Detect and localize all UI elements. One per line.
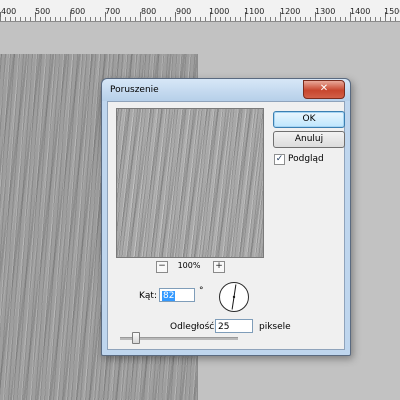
ruler-tick-label: 1100 — [244, 7, 265, 16]
ruler-tick-label: 1300 — [315, 7, 336, 16]
ruler-tick-label: 800 — [141, 7, 157, 16]
ruler-tick-label: 600 — [70, 7, 86, 16]
angle-value: 82 — [162, 291, 176, 301]
close-button[interactable]: ✕ — [303, 80, 345, 99]
distance-slider-thumb[interactable] — [132, 332, 140, 344]
distance-input[interactable]: 25 — [215, 319, 253, 333]
zoom-level: 100% — [177, 261, 201, 270]
angle-input[interactable]: 82 — [159, 288, 195, 302]
plus-icon: + — [215, 261, 223, 271]
angle-label: Kąt: — [139, 291, 157, 301]
angle-dial[interactable] — [219, 282, 249, 312]
horizontal-ruler: 400 500 600 700 800 900 1000 1100 1200 1… — [0, 0, 400, 22]
ruler-tick-label: 900 — [176, 7, 192, 16]
distance-label: Odległość: — [170, 322, 218, 332]
ruler-tick-label: 1200 — [280, 7, 301, 16]
dialog-titlebar[interactable]: Poruszenie ✕ — [102, 79, 350, 101]
dialog-body: − 100% + OK Anuluj ✓ Podgląd Kąt: 82 ° O… — [107, 101, 345, 350]
cancel-button[interactable]: Anuluj — [273, 131, 345, 148]
ruler-tick-label: 1400 — [350, 7, 371, 16]
angle-dial-indicator — [231, 284, 237, 310]
ruler-tick-label: 1500 — [384, 7, 400, 16]
zoom-out-button[interactable]: − — [156, 261, 168, 273]
ruler-tick-label: 500 — [35, 7, 51, 16]
degree-unit: ° — [199, 286, 204, 296]
close-icon: ✕ — [319, 83, 329, 94]
preview-checkbox-label[interactable]: Podgląd — [288, 154, 324, 164]
ruler-tick-label: 1000 — [209, 7, 230, 16]
distance-value: 25 — [218, 322, 230, 332]
ok-button[interactable]: OK — [273, 111, 345, 128]
dialog-title: Poruszenie — [110, 85, 159, 95]
ruler-tick-label: 700 — [105, 7, 121, 16]
zoom-in-button[interactable]: + — [213, 261, 225, 273]
preview-image[interactable] — [116, 108, 264, 258]
preview-checkbox[interactable]: ✓ — [274, 154, 285, 165]
minus-icon: − — [158, 261, 166, 271]
distance-unit: piksele — [259, 322, 291, 332]
motion-blur-dialog: Poruszenie ✕ − 100% + OK Anuluj ✓ Podglą… — [101, 78, 351, 356]
ruler-tick-label: 400 — [1, 7, 17, 16]
